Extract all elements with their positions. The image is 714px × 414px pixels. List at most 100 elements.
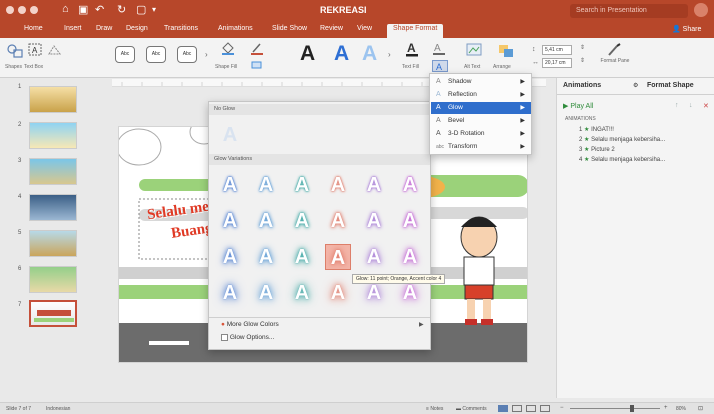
zoom-slider-handle[interactable] [630,405,634,412]
slideshow-view-icon[interactable] [540,405,550,412]
slide-sorter-icon[interactable] [512,405,522,412]
slide-thumbnail-3[interactable] [29,158,77,185]
tab-view[interactable]: View [357,25,372,32]
animation-row[interactable]: 3 ★ Picture 2 [579,146,615,153]
height-stepper[interactable]: ⇕ [580,44,585,51]
height-field[interactable]: 5,41 cm [542,45,572,55]
animation-row[interactable]: 2 ★ Selalu menjaga kebersiha... [579,136,665,143]
tab-slide-show[interactable]: Slide Show [272,25,307,32]
comments-button[interactable]: ▬ Comments [456,406,487,412]
tab-home[interactable]: Home [24,25,43,32]
notes-button[interactable]: ≡ Notes [426,406,443,412]
shape-fill-button[interactable] [220,41,236,57]
slide-thumbnail-2[interactable] [29,122,77,149]
menu-item-bevel[interactable]: A Bevel ▶ [431,115,531,127]
slide-thumbnail-6[interactable] [29,266,77,293]
language-indicator[interactable]: Indonesian [46,406,70,412]
animation-row[interactable]: 1 ★ INGAT!!! [579,126,614,133]
undo-icon[interactable]: ↶ [95,3,104,16]
shape-styles-more-icon[interactable]: › [205,50,208,59]
play-all-button[interactable]: ▶ Play All [563,102,593,110]
wordart-more-icon[interactable]: › [388,50,391,59]
arrange-button[interactable] [497,41,515,61]
glow-variation-option[interactable]: A [289,280,315,306]
glow-variation-option[interactable]: A [361,208,387,234]
wordart-style-blue[interactable]: A [334,42,349,66]
glow-variation-option[interactable]: A [217,280,243,306]
menu-item-glow[interactable]: A Glow ▶ [431,102,531,114]
tab-transitions[interactable]: Transitions [164,25,198,32]
glow-variation-option[interactable]: A [361,172,387,198]
glow-variation-option[interactable]: A [253,208,279,234]
text-effects-button[interactable]: A [432,60,448,72]
tab-animations-pane[interactable]: Animations [563,82,601,89]
tab-shape-format[interactable]: Shape Format [387,24,444,38]
tab-review[interactable]: Review [320,25,343,32]
zoom-level[interactable]: 80% [676,406,686,412]
slide-thumbnail-1[interactable] [29,86,77,113]
glow-variation-option[interactable]: A [397,244,423,270]
customize-toolbar-icon[interactable]: ▾ [152,5,156,14]
menu-item-transform[interactable]: abc Transform ▶ [431,141,531,153]
width-field[interactable]: 20,17 cm [542,58,572,68]
fit-to-window-icon[interactable]: ⊡ [698,405,703,412]
zoom-window-button[interactable] [30,6,38,14]
save-icon[interactable]: ▣ [78,3,88,16]
glow-variation-option[interactable]: A [253,244,279,270]
alt-text-button[interactable] [465,41,483,61]
text-outline-icon[interactable]: A [432,41,446,57]
tab-format-shape[interactable]: Format Shape [647,82,694,89]
settings-icon[interactable]: ⚙ [633,82,638,89]
shape-style-2[interactable]: Abc [146,46,166,63]
glow-variation-option[interactable]: A [289,244,315,270]
wordart-style-black[interactable]: A [300,42,315,66]
wordart-style-light-blue[interactable]: A [362,42,377,66]
move-down-icon[interactable]: ↓ [689,102,693,109]
glow-options-item[interactable]: Glow Options... [221,334,274,341]
slide-thumbnail-4[interactable] [29,194,77,221]
tab-animations[interactable]: Animations [218,25,253,32]
shape-outline-icon[interactable] [250,41,264,57]
shape-style-3[interactable]: Abc [177,46,197,63]
glow-variation-option[interactable]: A [217,172,243,198]
remove-icon[interactable]: ✕ [703,102,709,110]
tab-design[interactable]: Design [126,25,148,32]
home-icon[interactable]: ⌂ [62,3,69,15]
edit-shape-icon[interactable] [48,44,62,58]
glow-variation-option[interactable]: A [361,244,387,270]
present-icon[interactable]: ▢ [136,3,146,16]
animation-row[interactable]: 4 ★ Selalu menjaga kebersiha... [579,156,665,163]
move-up-icon[interactable]: ↑ [675,102,679,109]
glow-variation-option[interactable]: A [289,208,315,234]
search-input[interactable]: Search in Presentation [570,4,688,18]
glow-variation-option[interactable]: A [397,208,423,234]
glow-variation-option[interactable]: A [325,208,351,234]
menu-item-reflection[interactable]: A Reflection ▶ [431,89,531,101]
glow-variation-option[interactable]: A [217,244,243,270]
glow-variation-option[interactable]: A [289,172,315,198]
glow-variation-option[interactable]: A [325,280,351,306]
no-glow-option[interactable]: A [217,122,243,148]
zoom-slider[interactable] [570,408,660,409]
glow-variation-option[interactable]: A [253,172,279,198]
minimize-window-button[interactable] [18,6,26,14]
menu-item-shadow[interactable]: A Shadow ▶ [431,76,531,88]
menu-item-3d-rotation[interactable]: A 3-D Rotation ▶ [431,128,531,140]
text-fill-button[interactable]: A [405,41,419,59]
shape-effects-icon[interactable] [250,60,264,72]
width-stepper[interactable]: ⇕ [580,57,585,64]
zoom-in-icon[interactable]: + [664,405,668,411]
reading-view-icon[interactable] [526,405,536,412]
tab-insert[interactable]: Insert [64,25,82,32]
zoom-out-icon[interactable]: − [560,405,564,411]
close-window-button[interactable] [6,6,14,14]
slide-thumbnail-7[interactable] [29,300,77,327]
normal-view-icon[interactable] [498,405,508,412]
tab-draw[interactable]: Draw [96,25,112,32]
glow-variation-option[interactable]: A [253,280,279,306]
share-button[interactable]: 👤 Share [672,25,701,33]
glow-variation-option[interactable]: A [325,172,351,198]
redo-icon[interactable]: ↻ [117,3,126,16]
more-glow-colors-item[interactable]: ● More Glow Colors [221,321,279,328]
glow-variation-option[interactable]: A [325,244,351,270]
